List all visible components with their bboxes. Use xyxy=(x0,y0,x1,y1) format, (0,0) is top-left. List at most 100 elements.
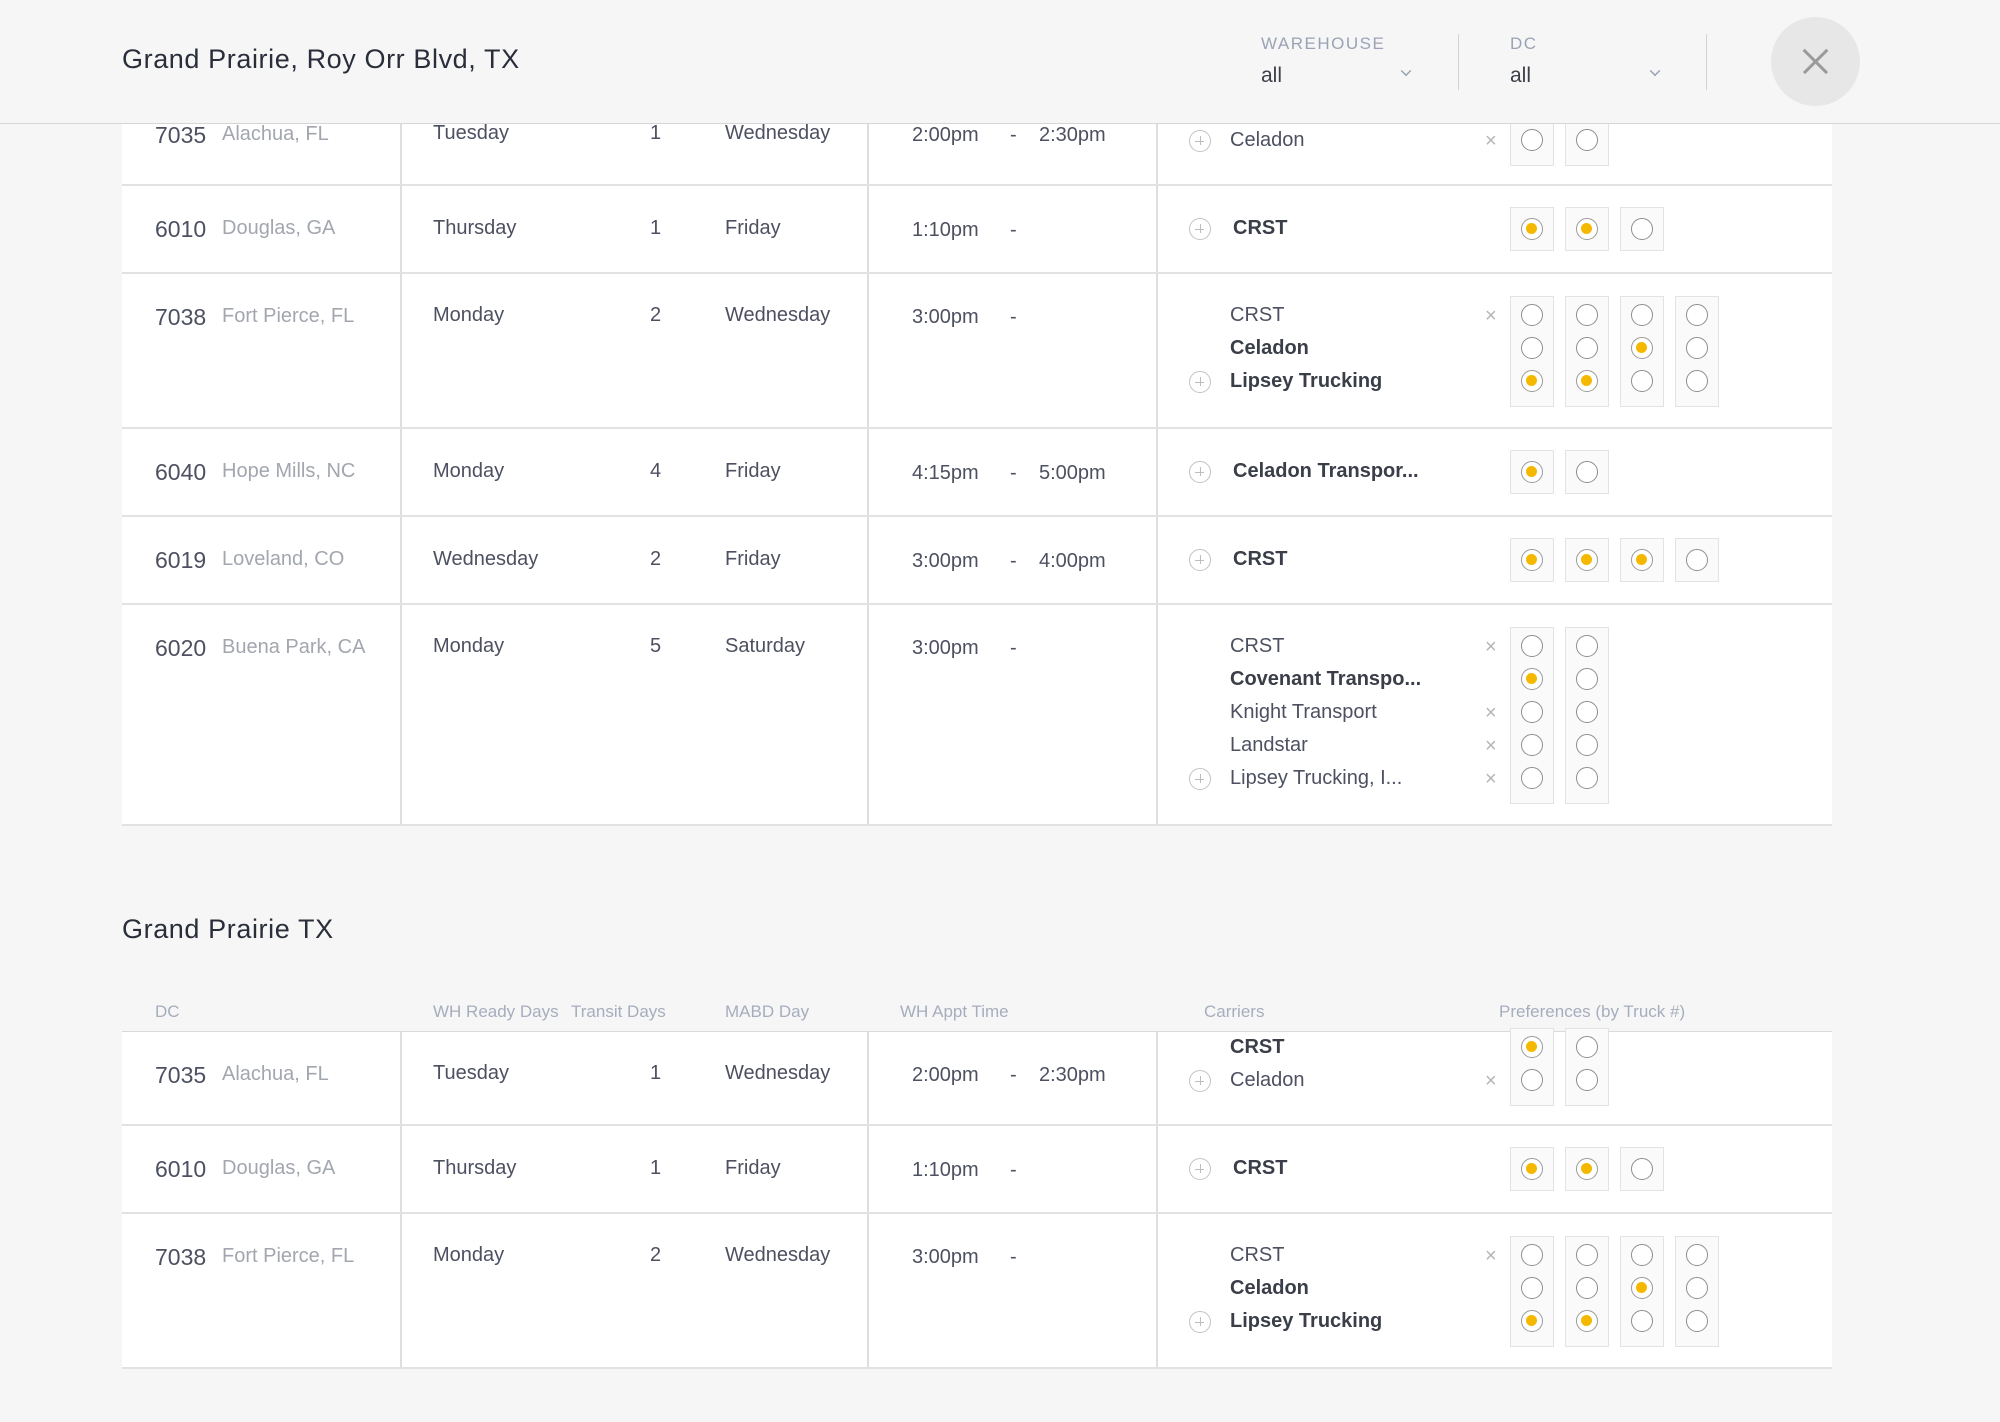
truck-preference-radio[interactable] xyxy=(1521,337,1543,359)
add-carrier-icon[interactable] xyxy=(1189,218,1211,240)
truck-preference-radio-selected[interactable] xyxy=(1521,1158,1543,1180)
truck-preference-radio[interactable] xyxy=(1576,1036,1598,1058)
truck-preference-radio-selected[interactable] xyxy=(1631,1277,1653,1299)
carrier-name[interactable]: Celadon xyxy=(1230,1277,1309,1300)
remove-carrier-icon[interactable]: × xyxy=(1485,131,1497,151)
carrier-name[interactable]: Celadon xyxy=(1230,1069,1305,1092)
appt-start-time[interactable]: 3:00pm xyxy=(912,306,979,329)
carrier-name[interactable]: CRST xyxy=(1233,1157,1287,1180)
remove-carrier-icon[interactable]: × xyxy=(1485,306,1497,326)
truck-preference-radio-selected[interactable] xyxy=(1521,668,1543,690)
carrier-name[interactable]: Covenant Transpo... xyxy=(1230,668,1421,691)
truck-preference-radio[interactable] xyxy=(1686,304,1708,326)
remove-carrier-icon[interactable]: × xyxy=(1485,769,1497,789)
truck-preference-radio[interactable] xyxy=(1686,1244,1708,1266)
carrier-name[interactable]: Celadon xyxy=(1230,129,1305,152)
carrier-name[interactable]: CRST xyxy=(1230,304,1284,327)
truck-preference-radio[interactable] xyxy=(1686,337,1708,359)
truck-preference-radio[interactable] xyxy=(1521,767,1543,789)
appt-start-time[interactable]: 1:10pm xyxy=(912,219,979,242)
truck-preference-radio[interactable] xyxy=(1576,1244,1598,1266)
truck-preference-radio[interactable] xyxy=(1576,1069,1598,1091)
truck-preference-radio[interactable] xyxy=(1631,370,1653,392)
truck-preference-radio[interactable] xyxy=(1576,461,1598,483)
truck-preference-radio[interactable] xyxy=(1521,129,1543,151)
truck-preference-radio[interactable] xyxy=(1576,701,1598,723)
truck-preference-radio[interactable] xyxy=(1521,1069,1543,1091)
carrier-name[interactable]: Lipsey Trucking xyxy=(1230,1310,1382,1333)
truck-preference-radio[interactable] xyxy=(1686,1310,1708,1332)
truck-preference-radio-selected[interactable] xyxy=(1631,337,1653,359)
truck-preference-radio-selected[interactable] xyxy=(1521,461,1543,483)
carrier-name[interactable]: CRST xyxy=(1230,1036,1284,1059)
truck-preference-radio[interactable] xyxy=(1686,549,1708,571)
appt-start-time[interactable]: 1:10pm xyxy=(912,1159,979,1182)
add-carrier-icon[interactable] xyxy=(1189,1070,1211,1092)
truck-preference-radio-selected[interactable] xyxy=(1521,370,1543,392)
remove-carrier-icon[interactable]: × xyxy=(1485,703,1497,723)
dc-filter[interactable]: DC all xyxy=(1510,34,1661,88)
truck-preference-radio-selected[interactable] xyxy=(1576,218,1598,240)
remove-carrier-icon[interactable]: × xyxy=(1485,637,1497,657)
truck-preference-radio[interactable] xyxy=(1576,337,1598,359)
truck-preference-radio-selected[interactable] xyxy=(1521,549,1543,571)
carrier-name[interactable]: Celadon xyxy=(1230,337,1309,360)
carrier-name[interactable]: CRST xyxy=(1233,217,1287,240)
add-carrier-icon[interactable] xyxy=(1189,371,1211,393)
appt-start-time[interactable]: 3:00pm xyxy=(912,1246,979,1269)
truck-preference-radio[interactable] xyxy=(1631,1158,1653,1180)
truck-preference-radio-selected[interactable] xyxy=(1521,1036,1543,1058)
truck-preference-radio[interactable] xyxy=(1576,129,1598,151)
truck-preference-radio[interactable] xyxy=(1521,1244,1543,1266)
truck-preference-radio-selected[interactable] xyxy=(1576,549,1598,571)
truck-preference-radio[interactable] xyxy=(1521,1277,1543,1299)
add-carrier-icon[interactable] xyxy=(1189,1311,1211,1333)
appt-start-time[interactable]: 4:15pm xyxy=(912,462,979,485)
truck-preference-radio-selected[interactable] xyxy=(1576,1158,1598,1180)
carrier-name[interactable]: Celadon Transpor... xyxy=(1233,460,1419,483)
truck-preference-radio[interactable] xyxy=(1576,734,1598,756)
truck-preference-radio-selected[interactable] xyxy=(1521,218,1543,240)
truck-preference-radio[interactable] xyxy=(1631,304,1653,326)
column-header-carriers[interactable]: Carriers xyxy=(1204,1002,1264,1022)
add-carrier-icon[interactable] xyxy=(1189,549,1211,571)
carrier-name[interactable]: CRST xyxy=(1233,548,1287,571)
truck-preference-radio[interactable] xyxy=(1521,734,1543,756)
add-carrier-icon[interactable] xyxy=(1189,130,1211,152)
appt-end-time[interactable]: 2:30pm xyxy=(1039,1064,1106,1087)
dc-select[interactable]: all xyxy=(1510,64,1661,88)
add-carrier-icon[interactable] xyxy=(1189,461,1211,483)
carrier-name[interactable]: Knight Transport xyxy=(1230,701,1377,724)
truck-preference-radio[interactable] xyxy=(1631,218,1653,240)
appt-start-time[interactable]: 2:00pm xyxy=(912,1064,979,1087)
carrier-name[interactable]: Lipsey Trucking, I... xyxy=(1230,767,1402,790)
truck-preference-radio-selected[interactable] xyxy=(1631,549,1653,571)
appt-start-time[interactable]: 3:00pm xyxy=(912,637,979,660)
remove-carrier-icon[interactable]: × xyxy=(1485,736,1497,756)
add-carrier-icon[interactable] xyxy=(1189,768,1211,790)
appt-start-time[interactable]: 3:00pm xyxy=(912,550,979,573)
carrier-name[interactable]: CRST xyxy=(1230,1244,1284,1267)
truck-preference-radio[interactable] xyxy=(1576,1277,1598,1299)
column-header-wh-appt-time[interactable]: WH Appt Time xyxy=(900,1002,1009,1022)
truck-preference-radio[interactable] xyxy=(1686,370,1708,392)
column-header-wh-ready-days[interactable]: WH Ready Days xyxy=(433,1002,559,1022)
appt-end-time[interactable]: 5:00pm xyxy=(1039,462,1106,485)
appt-end-time[interactable]: 2:30pm xyxy=(1039,124,1106,147)
truck-preference-radio[interactable] xyxy=(1631,1310,1653,1332)
truck-preference-radio[interactable] xyxy=(1521,701,1543,723)
close-button[interactable] xyxy=(1771,17,1860,106)
truck-preference-radio[interactable] xyxy=(1576,767,1598,789)
appt-start-time[interactable]: 2:00pm xyxy=(912,124,979,147)
warehouse-filter[interactable]: WAREHOUSE all xyxy=(1261,34,1412,88)
carrier-name[interactable]: Lipsey Trucking xyxy=(1230,370,1382,393)
truck-preference-radio[interactable] xyxy=(1576,635,1598,657)
truck-preference-radio[interactable] xyxy=(1686,1277,1708,1299)
column-header-preferences[interactable]: Preferences (by Truck #) xyxy=(1499,1002,1685,1022)
remove-carrier-icon[interactable]: × xyxy=(1485,1071,1497,1091)
column-header-dc[interactable]: DC xyxy=(155,1002,180,1022)
appt-end-time[interactable]: 4:00pm xyxy=(1039,550,1106,573)
truck-preference-radio[interactable] xyxy=(1521,635,1543,657)
truck-preference-radio-selected[interactable] xyxy=(1576,370,1598,392)
carrier-name[interactable]: CRST xyxy=(1230,635,1284,658)
